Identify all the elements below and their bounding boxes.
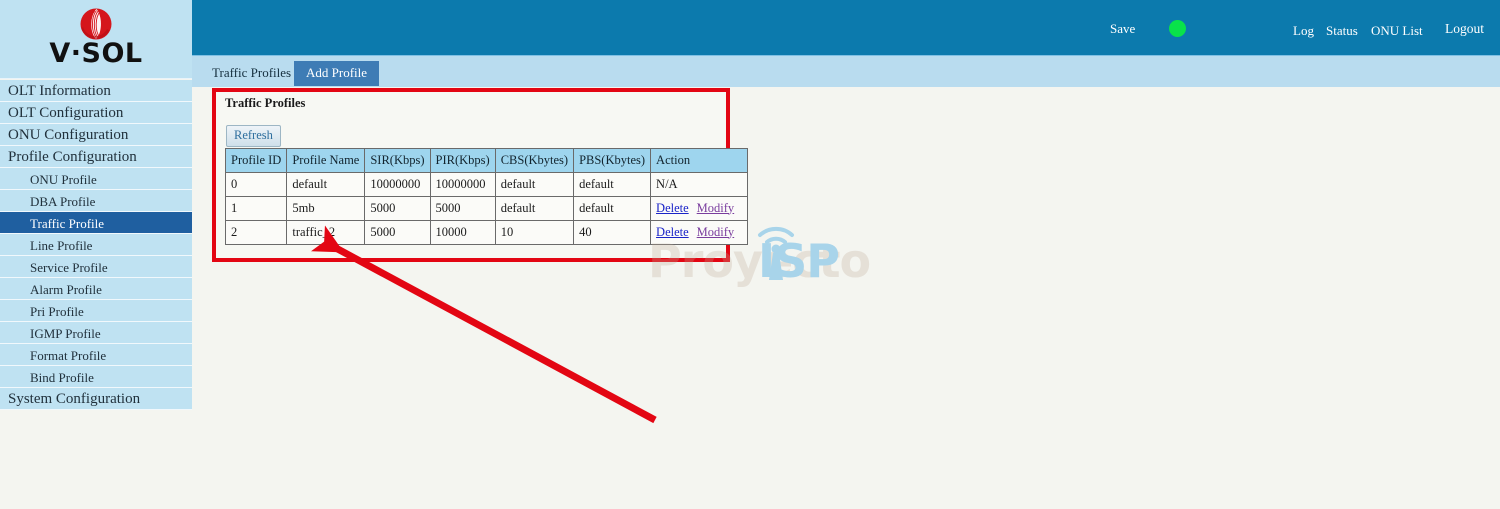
brand-wordmark: V·SOL xyxy=(49,38,143,69)
cell-action: Delete Modify xyxy=(650,196,749,221)
sidebar-item-service-profile[interactable]: Service Profile xyxy=(0,256,192,278)
cell-profile-id: 0 xyxy=(224,172,288,197)
sidebar-item-pri-profile[interactable]: Pri Profile xyxy=(0,300,192,322)
cell-pbs: 40 xyxy=(573,220,652,245)
cell-profile-id: 1 xyxy=(224,196,288,221)
status-link[interactable]: Status xyxy=(1326,23,1358,39)
cell-cbs: default xyxy=(494,196,575,221)
column-header-pbs: PBS(Kbytes) xyxy=(573,148,652,173)
cell-sir: 5000 xyxy=(364,196,431,221)
traffic-profiles-panel: Traffic Profiles Refresh Profile ID Prof… xyxy=(212,88,749,262)
sidebar-item-olt-information[interactable]: OLT Information xyxy=(0,80,192,102)
logout-link[interactable]: Logout xyxy=(1445,21,1484,37)
column-header-action: Action xyxy=(650,148,749,173)
wifi-tower-icon xyxy=(758,226,794,280)
cell-cbs: default xyxy=(494,172,575,197)
refresh-button[interactable]: Refresh xyxy=(226,125,281,147)
column-header-cbs: CBS(Kbytes) xyxy=(494,148,575,173)
cell-action: Delete Modify xyxy=(650,220,749,245)
tab-add-profile[interactable]: Add Profile xyxy=(294,61,380,86)
table-header-row: Profile ID Profile Name SIR(Kbps) PIR(Kb… xyxy=(224,148,749,173)
cell-cbs: 10 xyxy=(494,220,575,245)
cell-profile-name: traffic_2 xyxy=(286,220,366,245)
cell-profile-id: 2 xyxy=(224,220,288,245)
sidebar-item-bind-profile[interactable]: Bind Profile xyxy=(0,366,192,388)
cell-pir: 5000 xyxy=(429,196,496,221)
sidebar-item-profile-configuration[interactable]: Profile Configuration xyxy=(0,146,192,168)
table-body: 0 default 10000000 10000000 default default N/… xyxy=(224,172,749,245)
table-row: 0 default 10000000 10000000 default default N/… xyxy=(224,172,749,197)
column-header-profile-id: Profile ID xyxy=(224,148,288,173)
table-row: 2 traffic_2 5000 10000 10 40 Delete Modify xyxy=(224,220,749,245)
cell-pir: 10000000 xyxy=(429,172,496,197)
sidebar-item-dba-profile[interactable]: DBA Profile xyxy=(0,190,192,212)
sidebar-nav: OLT Information OLT Configuration ONU Conf… xyxy=(0,80,192,410)
cell-pir: 10000 xyxy=(429,220,496,245)
sidebar-item-system-configuration[interactable]: System Configuration xyxy=(0,388,192,410)
table-row: 1 5mb 5000 5000 default default Delete Modify xyxy=(224,196,749,221)
onu-list-link[interactable]: ONU List xyxy=(1371,23,1423,39)
modify-link[interactable]: Modify xyxy=(697,201,735,215)
brand-logo-panel: V·SOL xyxy=(0,0,192,79)
sidebar-item-olt-configuration[interactable]: OLT Configuration xyxy=(0,102,192,124)
table-header: Profile ID Profile Name SIR(Kbps) PIR(Kb… xyxy=(224,148,749,173)
sidebar-item-alarm-profile[interactable]: Alarm Profile xyxy=(0,278,192,300)
cell-profile-name: 5mb xyxy=(286,196,366,221)
cell-sir: 5000 xyxy=(364,220,431,245)
delete-link[interactable]: Delete xyxy=(656,201,689,215)
sidebar-item-traffic-profile[interactable]: Traffic Profile xyxy=(0,212,192,234)
sidebar-item-igmp-profile[interactable]: IGMP Profile xyxy=(0,322,192,344)
cell-pbs: default xyxy=(573,172,652,197)
cell-sir: 10000000 xyxy=(364,172,431,197)
save-button[interactable]: Save xyxy=(1110,21,1135,37)
modify-link[interactable]: Modify xyxy=(697,225,735,239)
cell-action: N/A xyxy=(650,172,749,197)
status-dot-icon xyxy=(1169,20,1186,37)
tab-bar: Traffic Profiles Add Profile xyxy=(192,55,1500,87)
tab-traffic-profiles[interactable]: Traffic Profiles xyxy=(200,61,303,86)
delete-link[interactable]: Delete xyxy=(656,225,689,239)
cell-pbs: default xyxy=(573,196,652,221)
sidebar-item-onu-configuration[interactable]: ONU Configuration xyxy=(0,124,192,146)
log-link[interactable]: Log xyxy=(1293,23,1314,39)
top-header-bar: Save Log Status ONU List Logout xyxy=(192,0,1500,55)
panel-title: Traffic Profiles xyxy=(225,96,306,110)
traffic-profiles-table: Profile ID Profile Name SIR(Kbps) PIR(Kb… xyxy=(224,148,749,245)
sidebar-item-onu-profile[interactable]: ONU Profile xyxy=(0,168,192,190)
cell-profile-name: default xyxy=(286,172,366,197)
sidebar-item-line-profile[interactable]: Line Profile xyxy=(0,234,192,256)
column-header-pir: PIR(Kbps) xyxy=(429,148,496,173)
sidebar-item-format-profile[interactable]: Format Profile xyxy=(0,344,192,366)
column-header-profile-name: Profile Name xyxy=(286,148,366,173)
watermark-isp-text: ISP xyxy=(758,234,840,288)
column-header-sir: SIR(Kbps) xyxy=(364,148,431,173)
